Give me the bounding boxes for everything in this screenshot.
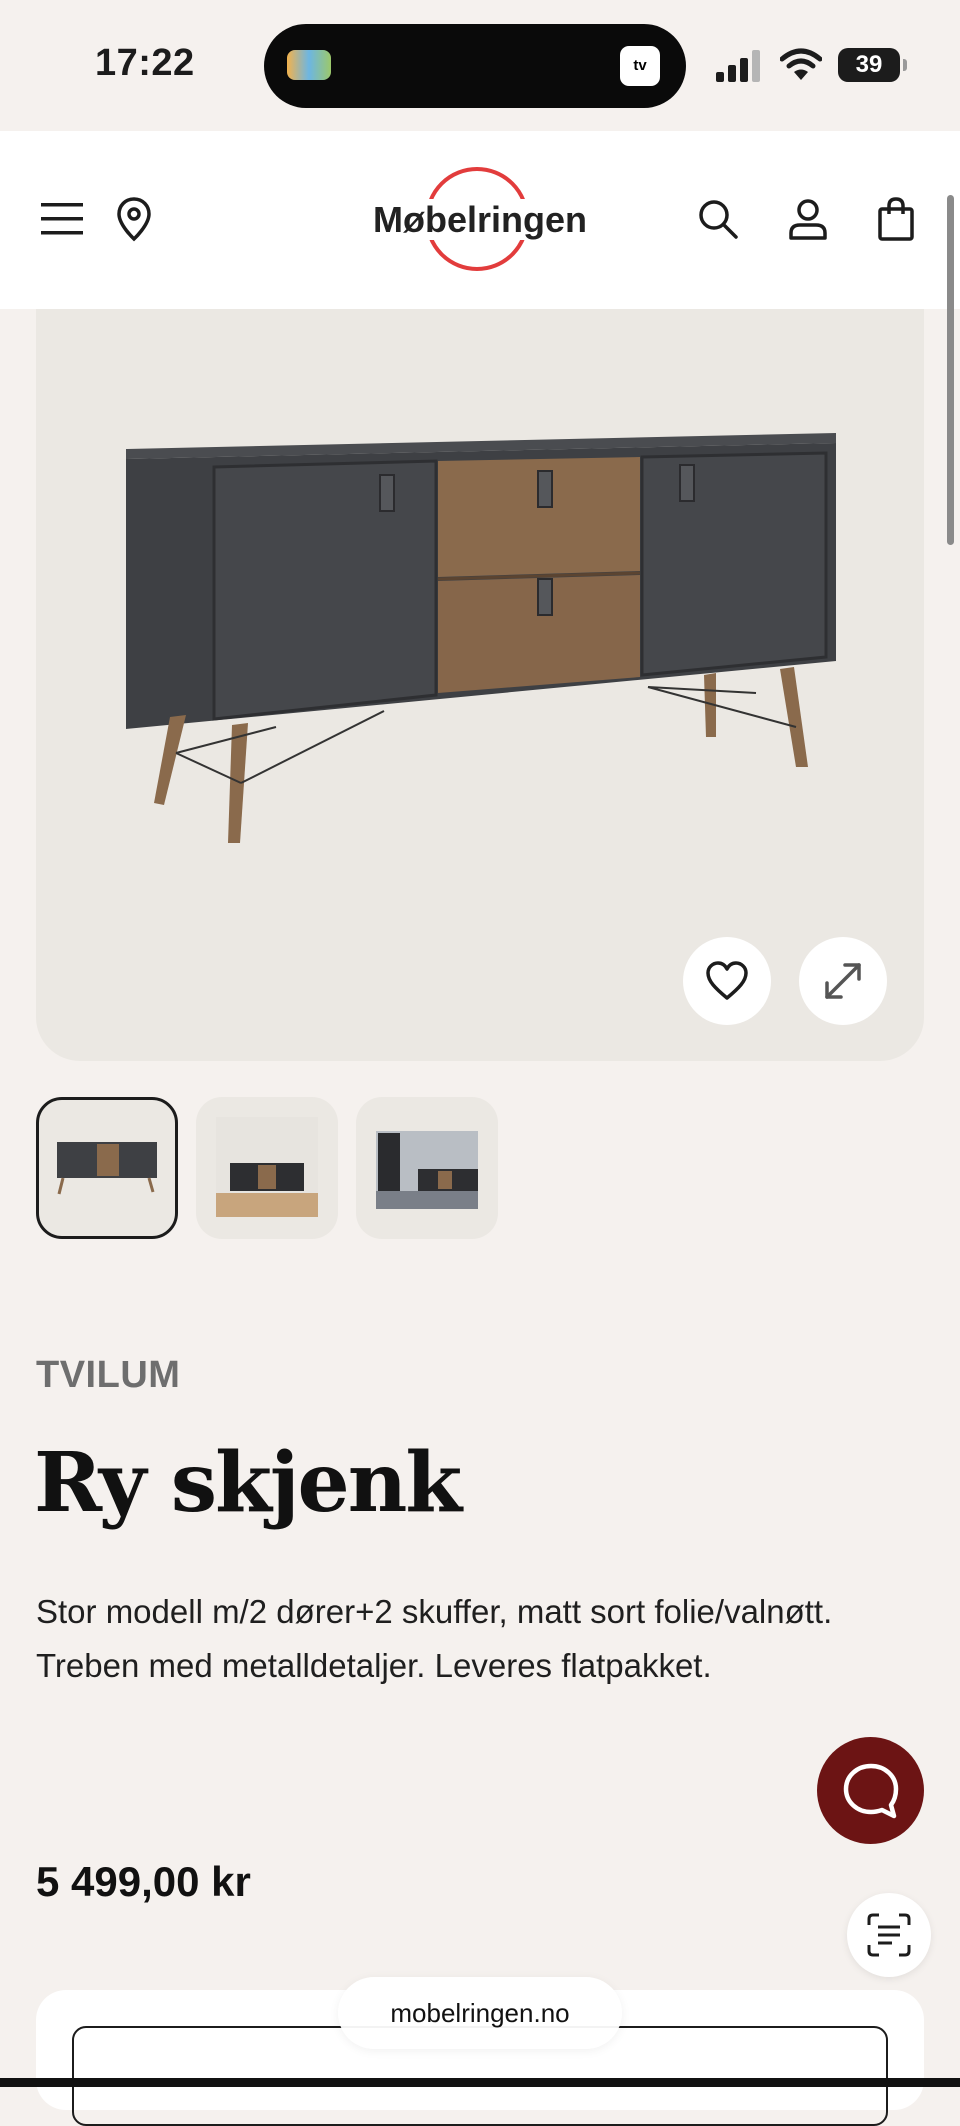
status-time: 17:22 bbox=[95, 42, 195, 84]
browser-url-bar[interactable]: mobelringen.no bbox=[338, 1977, 622, 2049]
search-button[interactable] bbox=[688, 189, 748, 249]
gallery-thumbnail[interactable] bbox=[356, 1097, 498, 1239]
thumbnail-room-scene bbox=[216, 1117, 318, 1217]
thumbnail-living-room bbox=[376, 1131, 478, 1209]
logo-text: Møbelringen bbox=[371, 199, 589, 240]
user-icon bbox=[789, 199, 827, 240]
bottom-edge bbox=[0, 2078, 960, 2087]
product-image[interactable] bbox=[36, 309, 924, 1061]
site-logo[interactable]: Møbelringen bbox=[360, 165, 600, 275]
status-bar: 17:22 tv 39 bbox=[0, 0, 960, 130]
gallery-thumbnail[interactable] bbox=[196, 1097, 338, 1239]
wifi-icon bbox=[780, 48, 822, 80]
dynamic-island: tv bbox=[264, 24, 686, 108]
cart-button[interactable] bbox=[866, 189, 926, 249]
thumbnail-sideboard bbox=[57, 1142, 157, 1195]
product-description: Stor modell m/2 dører+2 skuffer, matt so… bbox=[36, 1593, 833, 1684]
store-locator-button[interactable] bbox=[104, 189, 164, 249]
battery-indicator: 39 bbox=[838, 48, 907, 82]
fullscreen-button[interactable] bbox=[799, 937, 887, 1025]
shopping-bag-icon bbox=[878, 197, 914, 241]
menu-button[interactable] bbox=[32, 189, 92, 249]
gallery-thumbnail[interactable] bbox=[36, 1097, 178, 1239]
product-brand[interactable]: TVILUM bbox=[36, 1354, 180, 1397]
sideboard-image bbox=[126, 433, 836, 843]
heart-icon bbox=[706, 961, 748, 1000]
live-activity-app-icon bbox=[287, 50, 331, 80]
scrollbar[interactable] bbox=[947, 195, 954, 545]
search-icon bbox=[699, 200, 738, 239]
favorite-button[interactable] bbox=[683, 937, 771, 1025]
site-header: Møbelringen bbox=[0, 131, 960, 309]
product-price: 5 499,00 kr bbox=[36, 1858, 251, 1905]
cellular-signal-icon bbox=[716, 50, 760, 82]
product-title: Ry skjenk bbox=[34, 1435, 462, 1531]
text-scan-icon bbox=[867, 1913, 911, 1957]
chat-bubble-icon bbox=[843, 1763, 898, 1818]
location-pin-icon bbox=[117, 197, 151, 242]
live-text-button[interactable] bbox=[847, 1893, 931, 1977]
expand-icon bbox=[825, 963, 861, 999]
apple-tv-icon: tv bbox=[620, 46, 660, 86]
hamburger-menu-icon bbox=[41, 203, 83, 235]
account-button[interactable] bbox=[778, 189, 838, 249]
chat-button[interactable] bbox=[817, 1737, 924, 1844]
